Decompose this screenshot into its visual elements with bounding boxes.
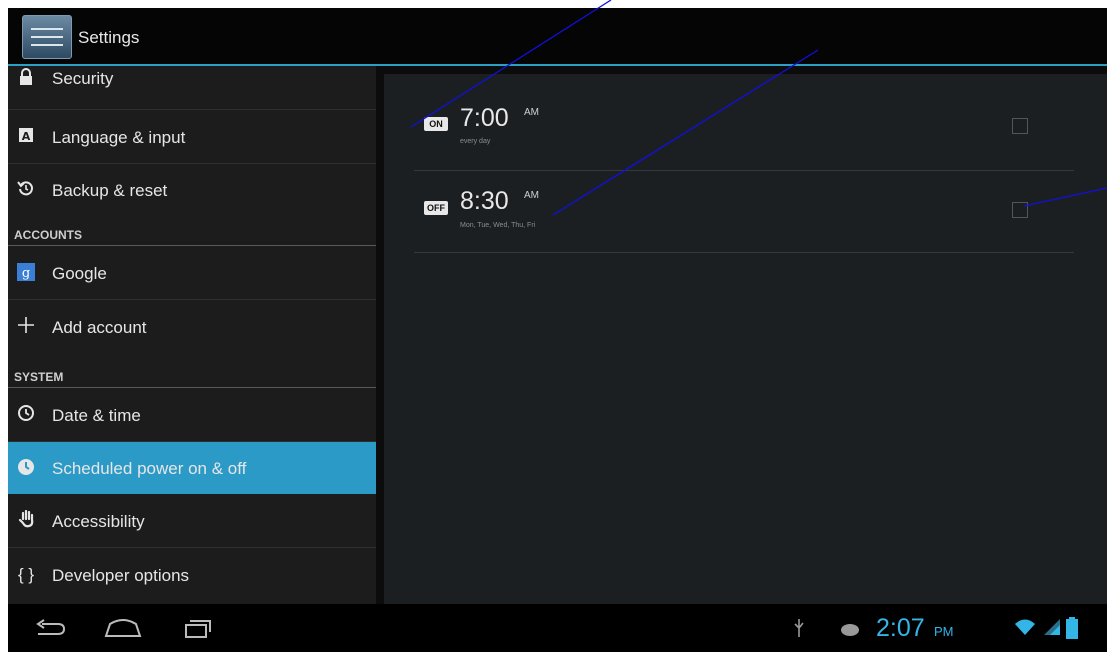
- sidebar-item-accessibility[interactable]: Accessibility: [8, 494, 376, 548]
- svg-text:g: g: [22, 266, 30, 281]
- sidebar-item-add-account[interactable]: Add account: [8, 300, 376, 352]
- sidebar-item-google[interactable]: g Google: [8, 246, 376, 300]
- detail-pane: ON 7:00 AM every day OFF 8:30 AM Mon, Tu…: [376, 66, 1107, 604]
- svg-text:A: A: [22, 130, 31, 143]
- schedule-row-off[interactable]: OFF 8:30 AM Mon, Tue, Wed, Thu, Fri: [414, 172, 1074, 253]
- schedule-panel: ON 7:00 AM every day OFF 8:30 AM Mon, Tu…: [384, 74, 1107, 604]
- recent-apps-button[interactable]: [174, 612, 220, 644]
- sidebar-item-label: Backup & reset: [52, 181, 168, 200]
- schedule-ampm: AM: [524, 107, 539, 118]
- sidebar-item-language-input[interactable]: A Language & input: [8, 110, 376, 164]
- back-button[interactable]: [28, 612, 74, 644]
- plus-icon: [16, 316, 36, 336]
- schedule-days: Mon, Tue, Wed, Thu, Fri: [460, 222, 536, 229]
- sidebar-item-label: Date & time: [52, 406, 141, 425]
- sidebar-item-label: Scheduled power on & off: [52, 459, 247, 478]
- sidebar-item-scheduled-power[interactable]: Scheduled power on & off: [8, 442, 376, 494]
- power-clock-icon: [16, 458, 36, 478]
- wifi-icon: [1014, 618, 1036, 641]
- braces-icon: { }: [17, 565, 35, 584]
- keyboard-a-icon: A: [16, 127, 36, 147]
- on-badge: ON: [424, 117, 448, 131]
- app-title: Settings: [78, 28, 140, 47]
- section-header-system: SYSTEM: [8, 352, 376, 388]
- status-clock[interactable]: 2:07: [876, 614, 925, 643]
- sidebar-item-label: Accessibility: [52, 512, 145, 531]
- lock-icon: [16, 68, 36, 88]
- sidebar-item-label: Language & input: [52, 128, 186, 147]
- settings-list: Security A Language & input Backup & res…: [8, 66, 376, 604]
- restore-icon: [16, 179, 36, 199]
- sidebar-item-developer-options[interactable]: { } Developer options: [8, 548, 376, 604]
- schedule-time: 7:00: [460, 104, 509, 132]
- sidebar-item-backup-reset[interactable]: Backup & reset: [8, 164, 376, 210]
- home-icon: [104, 619, 142, 637]
- schedule-checkbox[interactable]: [1012, 118, 1028, 134]
- android-debug-icon: [840, 622, 860, 641]
- schedule-time: 8:30: [460, 187, 509, 215]
- sidebar-item-label: Add account: [52, 318, 147, 337]
- off-badge: OFF: [424, 201, 448, 215]
- schedule-row-on[interactable]: ON 7:00 AM every day: [414, 90, 1074, 171]
- tablet-screen: Settings Security A Language & input Bac…: [8, 8, 1107, 652]
- recent-apps-icon: [185, 620, 211, 638]
- navigation-bar: 2:07 PM: [8, 604, 1107, 652]
- google-icon: g: [16, 263, 36, 283]
- sidebar-item-label: Developer options: [52, 566, 190, 585]
- section-header-accounts: ACCOUNTS: [8, 210, 376, 246]
- schedule-checkbox[interactable]: [1012, 202, 1028, 218]
- schedule-days: every day: [460, 138, 491, 145]
- sidebar-item-label: Security: [52, 69, 114, 88]
- schedule-ampm: AM: [524, 190, 539, 201]
- settings-app-icon[interactable]: [22, 15, 72, 59]
- signal-icon: [1042, 618, 1062, 641]
- back-icon: [36, 619, 66, 635]
- home-button[interactable]: [100, 612, 146, 644]
- sidebar-item-date-time[interactable]: Date & time: [8, 388, 376, 442]
- battery-icon: [1066, 617, 1078, 644]
- hand-icon: [16, 509, 36, 530]
- sidebar-item-label: Google: [52, 264, 107, 283]
- usb-icon: [792, 618, 806, 643]
- sidebar-item-security[interactable]: Security: [8, 66, 376, 110]
- status-clock-ampm: PM: [934, 624, 954, 639]
- action-bar: Settings: [8, 8, 1107, 66]
- clock-icon: [16, 404, 36, 424]
